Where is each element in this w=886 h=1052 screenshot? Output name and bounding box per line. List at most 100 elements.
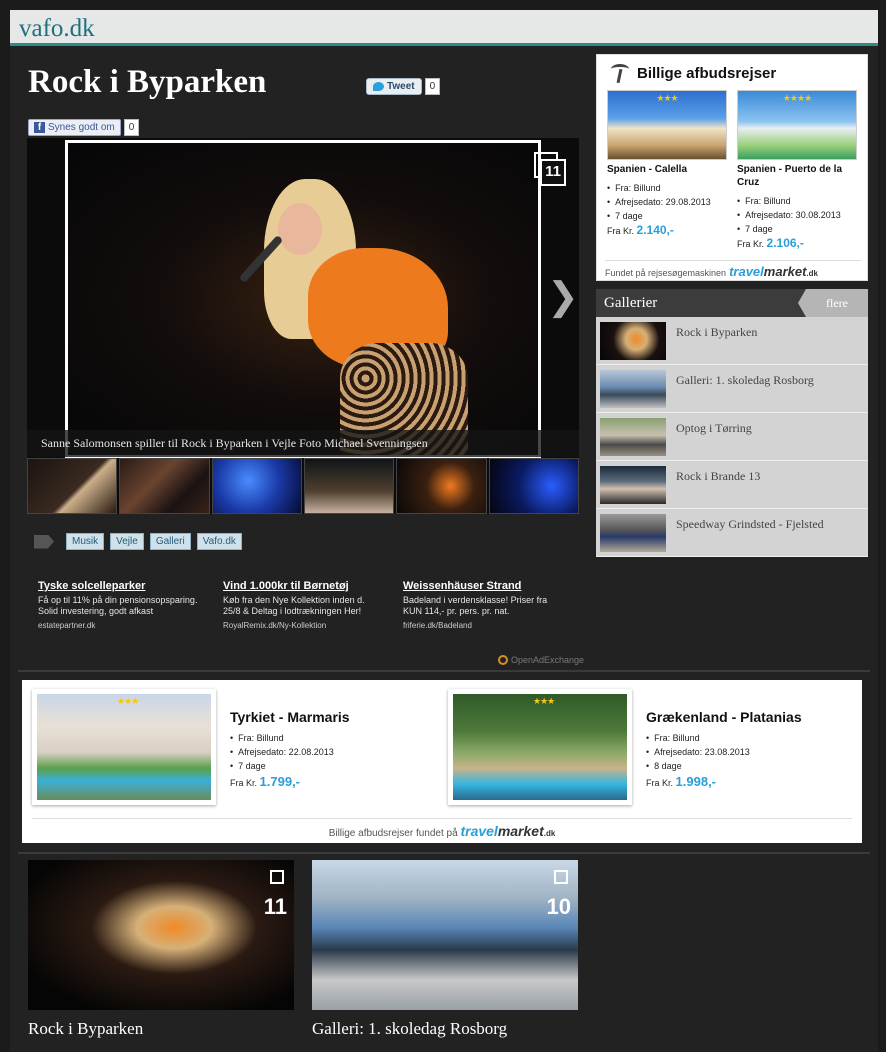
deal-detail: 7 dage [737, 222, 859, 236]
deal-detail: 7 dage [607, 209, 729, 223]
logo-part: travel [729, 264, 764, 279]
text-ad[interactable]: Vind 1.000kr til Børnetøj Køb fra den Ny… [223, 581, 383, 631]
thumbnail[interactable] [303, 458, 395, 514]
gallery-card-photo[interactable]: 11 [28, 860, 294, 1010]
ad-title[interactable]: Tyske solcelleparker [38, 581, 198, 592]
travel-offer[interactable]: ★★★ Tyrkiet - Marmaris Fra: Billund Afre… [32, 689, 436, 809]
deal-photo[interactable]: ★★★ [607, 90, 727, 160]
gallery-thumbnail[interactable] [600, 322, 666, 360]
galleries-header: Gallerier flere [596, 289, 868, 317]
deal-details: Fra: Billund Afrejsedato: 30.08.2013 7 d… [737, 194, 859, 236]
text-ads: Tyske solcelleparker Få op til 11% på di… [28, 581, 584, 671]
logo-part: travel [460, 823, 498, 839]
thumbnail[interactable] [27, 458, 118, 514]
travel-deal[interactable]: ★★★ Spanien - Calella Fra: Billund Afrej… [607, 90, 729, 237]
gallery-item-label[interactable]: Rock i Byparken [676, 325, 757, 340]
gallery-item-label[interactable]: Speedway Grindsted - Fjelsted [676, 517, 824, 532]
price-value: 2.106,- [766, 236, 804, 250]
logo-part: .dk [543, 829, 556, 838]
gallery-list-item[interactable]: Speedway Grindsted - Fjelsted [596, 509, 868, 557]
travelmarket-footer-text: Billige afbudsrejser fundet på [328, 828, 458, 839]
facebook-like-widget[interactable]: f Synes godt om 0 [28, 118, 140, 136]
offer-detail: Fra: Billund [230, 731, 334, 745]
gallery-card[interactable]: 10 Galleri: 1. skoledag Rosborg [312, 860, 578, 1039]
offer-detail: Afrejsedato: 22.08.2013 [230, 745, 334, 759]
deal-detail: Fra: Billund [607, 181, 729, 195]
deal-title[interactable]: Spanien - Calella [607, 163, 729, 176]
offer-detail: Afrejsedato: 23.08.2013 [646, 745, 750, 759]
text-ad[interactable]: Weissenhäuser Strand Badeland i verdensk… [403, 581, 563, 631]
thumbnail[interactable] [211, 458, 302, 514]
ad-description: Få op til 11% på din pensionsopsparing. … [38, 595, 198, 616]
offer-title[interactable]: Tyrkiet - Marmaris [230, 709, 350, 725]
promo-footer[interactable]: Fundet på rejsesøgemaskinen travelmarket… [605, 260, 861, 279]
deal-photo[interactable]: ★★★★ [737, 90, 857, 160]
travel-offer[interactable]: ★★★ Grækenland - Platanias Fra: Billund … [448, 689, 852, 809]
offer-photo[interactable]: ★★★ [448, 689, 632, 805]
gallery-card-title[interactable]: Rock i Byparken [28, 1019, 294, 1039]
tweet-button[interactable]: Tweet [366, 77, 422, 95]
gallery-list-item[interactable]: Galleri: 1. skoledag Rosborg [596, 365, 868, 413]
top-bar: vafo.dk [10, 10, 878, 46]
gallery-thumbnail[interactable] [600, 370, 666, 408]
tag-link[interactable]: Galleri [149, 533, 191, 550]
main-photo[interactable] [65, 140, 541, 458]
gallery-card[interactable]: 11 Rock i Byparken [28, 860, 294, 1039]
openad-credit[interactable]: OpenAdExchange [498, 655, 584, 665]
deal-details: Fra: Billund Afrejsedato: 29.08.2013 7 d… [607, 181, 729, 223]
photo-caption: Sanne Salomonsen spiller til Rock i Bypa… [27, 430, 579, 457]
offer-title[interactable]: Grækenland - Platanias [646, 709, 802, 725]
ad-url[interactable]: RoyalRemix.dk/Ny-Kollektion [223, 620, 383, 631]
facebook-icon: f [34, 121, 45, 133]
galleries-title: Gallerier [604, 295, 658, 311]
site-logo[interactable]: vafo.dk [19, 15, 95, 43]
gallery-item-label[interactable]: Optog i Tørring [676, 421, 752, 436]
ad-title[interactable]: Vind 1.000kr til Børnetøj [223, 581, 383, 592]
gallery-card-title[interactable]: Galleri: 1. skoledag Rosborg [312, 1019, 578, 1039]
gallery-list-item[interactable]: Rock i Brande 13 [596, 461, 868, 509]
text-ad[interactable]: Tyske solcelleparker Få op til 11% på di… [38, 581, 198, 631]
tweet-count: 0 [424, 77, 441, 95]
gallery-item-label[interactable]: Galleri: 1. skoledag Rosborg [676, 373, 814, 388]
tag-link[interactable]: Musik [66, 533, 105, 550]
gallery-item-label[interactable]: Rock i Brande 13 [676, 469, 760, 484]
ad-url[interactable]: friferie.dk/Badeland [403, 620, 563, 631]
deal-title[interactable]: Spanien - Puerto de la Cruz [737, 163, 859, 189]
gallery-list-item[interactable]: Optog i Tørring [596, 413, 868, 461]
travelmarket-logo[interactable]: travelmarket.dk [729, 264, 818, 279]
gallery-thumbnail[interactable] [600, 514, 666, 552]
ad-title[interactable]: Weissenhäuser Strand [403, 581, 563, 592]
tag-icon [34, 534, 54, 549]
thumbnail-strip [27, 458, 579, 514]
price-prefix: Fra Kr. [646, 778, 674, 788]
right-sidebar: Billige afbudsrejser ★★★ Spanien - Calel… [596, 54, 868, 557]
gallery-thumbnail[interactable] [600, 466, 666, 504]
tag-link[interactable]: Vafo.dk [196, 533, 242, 550]
divider [18, 852, 870, 854]
ad-description: Badeland i verdensklasse! Priser fra KUN… [403, 595, 548, 616]
price-value: 1.998,- [675, 774, 717, 789]
travel-deal[interactable]: ★★★★ Spanien - Puerto de la Cruz Fra: Bi… [737, 90, 859, 250]
facebook-like-button[interactable]: f Synes godt om [28, 118, 121, 136]
gallery-list-item[interactable]: Rock i Byparken [596, 317, 868, 365]
offer-details: Fra: Billund Afrejsedato: 23.08.2013 8 d… [646, 731, 750, 773]
travelmarket-footer[interactable]: Billige afbudsrejser fundet på travelmar… [32, 818, 852, 839]
like-label: Synes godt om [48, 121, 115, 133]
price-prefix: Fra Kr. [607, 226, 635, 236]
travelmarket-logo[interactable]: travelmarket.dk [460, 823, 555, 839]
thumbnail[interactable] [488, 458, 579, 514]
more-galleries-button[interactable]: flere [798, 289, 868, 317]
gallery-card-photo[interactable]: 10 [312, 860, 578, 1010]
tag-link[interactable]: Vejle [110, 533, 144, 550]
thumbnail[interactable] [119, 458, 210, 514]
gallery-thumbnail[interactable] [600, 418, 666, 456]
next-arrow-icon[interactable]: ❯ [547, 278, 579, 316]
offer-photo[interactable]: ★★★ [32, 689, 216, 805]
thumbnail[interactable] [396, 458, 487, 514]
ad-description: Køb fra den Nye Kollektion inden d. 25/8… [223, 595, 365, 616]
deal-detail: Afrejsedato: 29.08.2013 [607, 195, 729, 209]
like-count: 0 [123, 118, 140, 136]
twitter-bird-icon [373, 81, 384, 91]
ad-url[interactable]: estatepartner.dk [38, 620, 198, 631]
tweet-widget[interactable]: Tweet 0 [366, 77, 441, 95]
